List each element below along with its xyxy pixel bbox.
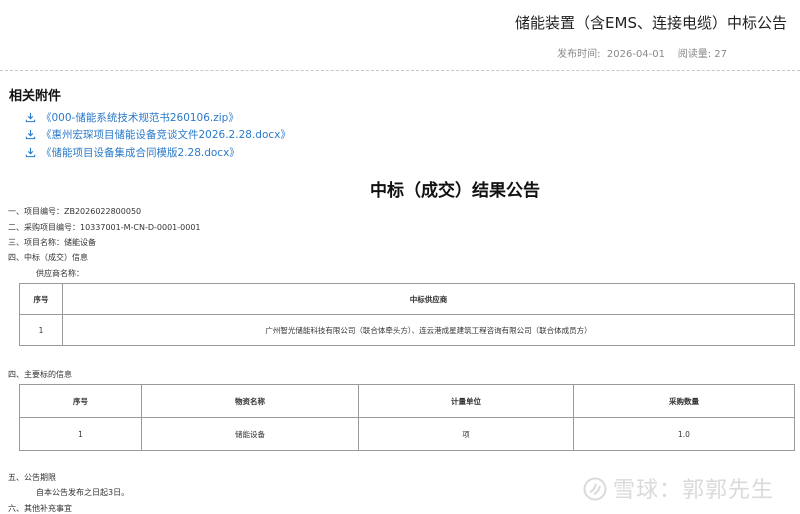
table-cell: 1.0 — [573, 417, 795, 451]
section-notice-period: 五、公告期限 — [8, 473, 56, 482]
snowball-logo-icon — [583, 477, 607, 501]
download-icon — [25, 112, 36, 123]
items-table: 序号 物资名称 计量单位 采购数量 1 储能设备 项 1.0 — [19, 384, 795, 451]
table-header-row: 序号 中标供应商 — [19, 283, 795, 315]
table-cell: 储能设备 — [141, 417, 359, 451]
attachment-name[interactable]: 《储能项目设备集成合同模版2.28.docx》 — [41, 147, 240, 159]
project-name: 三、项目名称：储能设备 — [8, 238, 96, 247]
column-header: 物资名称 — [141, 384, 359, 418]
table-row: 1 广州智光储能科技有限公司（联合体牵头方）、连云港成星建筑工程咨询有限公司（联… — [19, 314, 795, 346]
column-header: 序号 — [19, 384, 142, 418]
table-row: 1 储能设备 项 1.0 — [19, 417, 795, 451]
procurement-number: 二、采购项目编号：10337001-M-CN-D-0001-0001 — [8, 223, 201, 232]
document-heading: 中标（成交）结果公告 — [370, 181, 540, 201]
attachment-link[interactable]: 《惠州宏琛项目储能设备竞谈文件2026.2.28.docx》 — [25, 127, 291, 142]
table-cell: 广州智光储能科技有限公司（联合体牵头方）、连云港成星建筑工程咨询有限公司（联合体… — [62, 314, 795, 346]
project-number: 一、项目编号：ZB2026022800050 — [8, 207, 142, 216]
table-cell: 1 — [19, 417, 142, 451]
watermark: 雪球：郭郭先生 — [583, 472, 774, 504]
supplier-label: 供应商名称： — [36, 269, 84, 278]
section-award-info: 四、中标（成交）信息 — [8, 253, 88, 262]
supplier-table: 序号 中标供应商 1 广州智光储能科技有限公司（联合体牵头方）、连云港成星建筑工… — [19, 283, 795, 346]
section-main-items: 四、主要标的信息 — [8, 370, 72, 379]
table-header-row: 序号 物资名称 计量单位 采购数量 — [19, 384, 795, 418]
table-cell: 项 — [358, 417, 574, 451]
table-cell: 1 — [19, 314, 63, 346]
column-header: 中标供应商 — [62, 283, 795, 315]
attachment-link[interactable]: 《000-储能系统技术规范书260106.zip》 — [25, 110, 239, 125]
column-header: 采购数量 — [573, 384, 795, 418]
attachment-link[interactable]: 《储能项目设备集成合同模版2.28.docx》 — [25, 145, 240, 160]
download-icon — [25, 129, 36, 140]
section-other-matters: 六、其他补充事宜 — [8, 504, 72, 513]
divider — [0, 70, 800, 71]
publish-meta: 发布时间: 2026-04-01 阅读量: 27 — [557, 49, 727, 60]
attachment-name[interactable]: 《000-储能系统技术规范书260106.zip》 — [41, 112, 239, 124]
page-title: 储能装置（含EMS、连接电缆）中标公告 — [515, 14, 787, 32]
watermark-text: 雪球：郭郭先生 — [613, 478, 775, 503]
attachment-name[interactable]: 《惠州宏琛项目储能设备竞谈文件2026.2.28.docx》 — [41, 129, 291, 141]
column-header: 计量单位 — [358, 384, 574, 418]
column-header: 序号 — [19, 283, 63, 315]
attachments-heading: 相关附件 — [9, 89, 62, 104]
download-icon — [25, 147, 36, 158]
notice-period-text: 自本公告发布之日起3日。 — [36, 488, 130, 497]
